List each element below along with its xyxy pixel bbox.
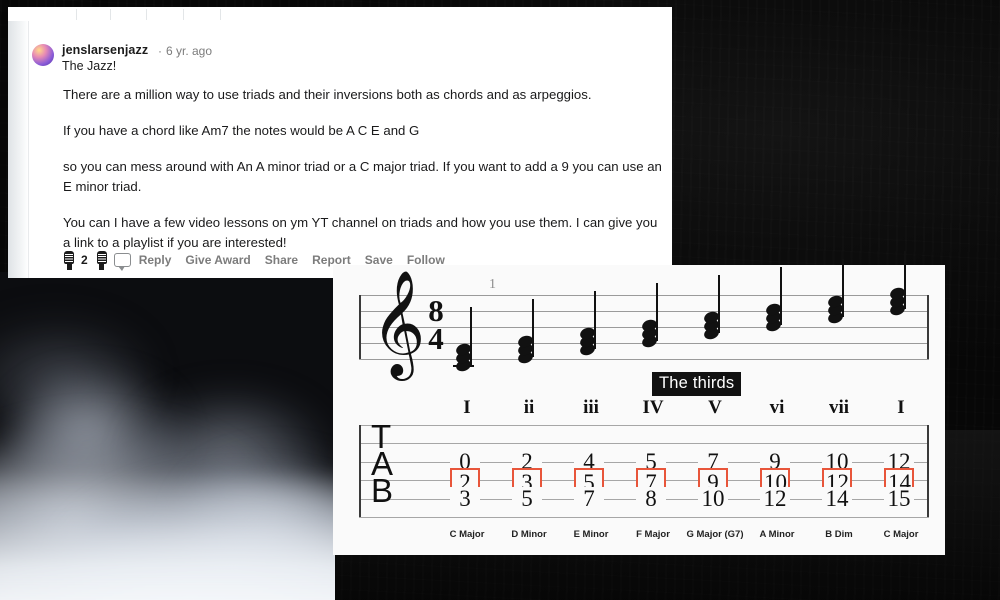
note-stem — [904, 251, 906, 309]
note-stem — [656, 283, 658, 341]
share-button[interactable]: Share — [265, 253, 298, 267]
roman-numeral-7: vii — [828, 397, 850, 418]
tab-num-bottom-1: 3 — [450, 487, 480, 510]
time-signature: 8 4 — [421, 295, 451, 356]
treble-clef-icon: 𝄞 — [371, 269, 426, 376]
note-stem — [718, 275, 720, 333]
ledger-line — [453, 365, 474, 367]
comment-paragraph-2: If you have a chord like Am7 the notes w… — [63, 123, 420, 138]
comment-body: There are a million way to use triads an… — [63, 85, 663, 269]
tab-num-bottom-5: 10 — [698, 487, 728, 510]
comment-thread-line[interactable] — [28, 21, 29, 278]
guitar-headstock-downvote-icon[interactable] — [96, 250, 108, 270]
comment-paragraph-4: You can I have a few video lessons on ym… — [63, 215, 658, 250]
screenshot-root: PRODUCER Society jenslarsenjazz · 6 yr. … — [0, 0, 1000, 600]
give-award-button[interactable]: Give Award — [185, 253, 250, 267]
reddit-comment-card: jenslarsenjazz · 6 yr. ago The Jazz! The… — [8, 7, 672, 278]
top-tick-row — [8, 7, 672, 21]
comment-timestamp[interactable]: 6 yr. ago — [166, 44, 212, 58]
notation-inner: 1 𝄞 8 4 The thirds Iii iii IV Vvi vii I T — [359, 251, 929, 547]
staff-barline-right — [927, 295, 929, 359]
guitar-headstock-upvote-icon[interactable] — [63, 250, 75, 270]
staff-barline-left — [359, 295, 361, 359]
tab-line-2 — [359, 443, 929, 445]
roman-numeral-6: vi — [769, 397, 785, 418]
the-thirds-annotation: The thirds — [652, 372, 742, 396]
note-stem — [470, 307, 472, 365]
tab-num-bottom-2: 5 — [512, 487, 542, 510]
tab-num-bottom-3: 7 — [574, 487, 604, 510]
note-stem — [532, 299, 534, 357]
roman-numeral-3: iii — [583, 397, 599, 418]
roman-numeral-4: IV — [642, 397, 664, 418]
note-stem — [594, 291, 596, 349]
roman-numeral-1: I — [463, 397, 471, 418]
tab-letter-b: B — [371, 472, 394, 509]
smoke-photo: PRODUCER Society — [0, 272, 335, 600]
roman-numeral-2: ii — [523, 397, 535, 418]
comment-header: jenslarsenjazz · 6 yr. ago The Jazz! — [32, 41, 652, 79]
music-notation-panel: 1 𝄞 8 4 The thirds Iii iii IV Vvi vii I T — [333, 251, 945, 555]
tab-num-bottom-8: 15 — [884, 487, 914, 510]
comment-paragraph-1: There are a million way to use triads an… — [63, 87, 592, 102]
chord-name-8: C Major — [883, 529, 919, 540]
meta-separator: · — [158, 44, 162, 58]
note-stem — [842, 259, 844, 317]
card-left-gutter — [8, 21, 28, 278]
comment-username[interactable]: jenslarsenjazz — [62, 43, 148, 57]
tab-num-bottom-4: 8 — [636, 487, 666, 510]
roman-numeral-8: I — [897, 397, 905, 418]
speech-bubble-icon[interactable] — [113, 253, 131, 271]
reply-button[interactable]: Reply — [139, 253, 172, 267]
vote-count: 2 — [81, 253, 88, 267]
comment-flair: The Jazz! — [62, 59, 117, 73]
tab-num-bottom-6: 12 — [760, 487, 790, 510]
avatar[interactable] — [32, 44, 54, 66]
tab-barline-left — [359, 425, 361, 517]
tab-line-6 — [359, 517, 929, 518]
comment-paragraph-3: so you can mess around with An A minor t… — [63, 159, 662, 194]
time-signature-bottom: 4 — [428, 320, 444, 356]
tab-barline-right — [927, 425, 929, 517]
staff-line-5 — [359, 359, 929, 360]
tab-line-1 — [359, 425, 929, 426]
tab-num-bottom-7: 14 — [822, 487, 852, 510]
tab-clef-letters: T A B — [371, 420, 394, 509]
roman-numeral-5: V — [708, 397, 722, 418]
measure-number: 1 — [489, 277, 496, 292]
note-stem — [780, 267, 782, 325]
